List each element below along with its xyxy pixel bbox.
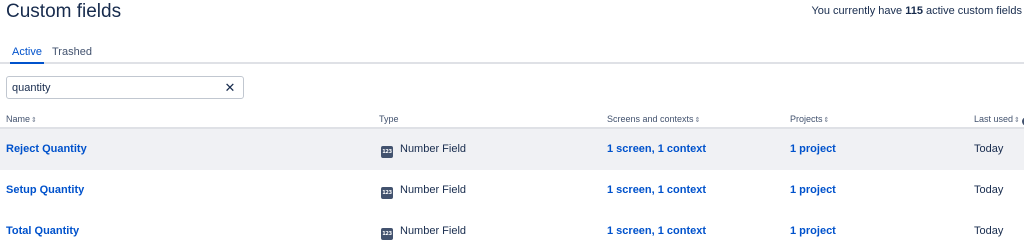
tab-active[interactable]: Active: [10, 45, 44, 64]
tabs-bar: Active Trashed: [0, 45, 1024, 64]
column-header-last-used[interactable]: Last used⇕?: [974, 114, 1024, 126]
column-name-label: Name: [6, 114, 31, 124]
column-header-screens[interactable]: Screens and contexts⇕: [607, 114, 700, 126]
projects-link[interactable]: 1 project: [790, 183, 836, 197]
column-header-type: Type: [379, 114, 399, 125]
screens-contexts-link[interactable]: 1 screen, 1 context: [607, 183, 706, 197]
last-used-value: Today: [974, 143, 1004, 155]
summary-count: 115: [905, 5, 923, 17]
number-field-icon: 123: [381, 146, 393, 158]
column-type-label: Type: [379, 114, 399, 124]
last-used-value: Today: [974, 184, 1004, 196]
screens-contexts-link[interactable]: 1 screen, 1 context: [607, 224, 706, 238]
field-type: 123 Number Field: [381, 142, 466, 158]
field-name-link[interactable]: Setup Quantity: [6, 183, 84, 197]
column-last-used-label: Last used: [974, 114, 1014, 124]
table-header: Name⇕ Type Screens and contexts⇕ Project…: [0, 111, 1024, 129]
table-row: Reject Quantity 123 Number Field 1 screen…: [0, 129, 1024, 170]
last-used-value: Today: [974, 225, 1004, 237]
tab-trashed[interactable]: Trashed: [52, 45, 92, 59]
column-screens-label: Screens and contexts: [607, 114, 694, 124]
sort-icon: ⇕: [823, 117, 830, 124]
projects-link[interactable]: 1 project: [790, 224, 836, 238]
number-field-icon: 123: [381, 228, 393, 240]
table-row: Setup Quantity 123 Number Field 1 screen,…: [0, 170, 1024, 211]
summary-suffix: active custom fields: [922, 5, 1022, 17]
screens-contexts-link[interactable]: 1 screen, 1 context: [607, 142, 706, 156]
sort-icon: ⇕: [694, 117, 701, 124]
table-row: Total Quantity 123 Number Field 1 screen,…: [0, 211, 1024, 251]
sort-icon: ⇕: [31, 117, 37, 124]
field-name-link[interactable]: Total Quantity: [6, 224, 79, 238]
field-type-label: Number Field: [400, 143, 467, 155]
field-type-label: Number Field: [400, 225, 467, 237]
summary-prefix: You currently have: [811, 5, 906, 17]
field-type: 123 Number Field: [381, 183, 466, 199]
page-title: Custom fields: [6, 1, 122, 22]
number-field-icon: 123: [381, 187, 393, 199]
search-box: ✕: [6, 76, 244, 99]
sort-icon: ⇕: [1014, 117, 1020, 124]
search-input[interactable]: [12, 80, 222, 96]
field-type: 123 Number Field: [381, 224, 466, 240]
projects-link[interactable]: 1 project: [790, 142, 836, 156]
column-projects-label: Projects: [790, 114, 823, 124]
active-fields-summary: You currently have 115 active custom fie…: [811, 4, 1022, 18]
column-header-name[interactable]: Name⇕: [6, 114, 37, 126]
custom-fields-table: Name⇕ Type Screens and contexts⇕ Project…: [0, 111, 1024, 251]
custom-fields-page: Custom fields You currently have 115 act…: [0, 0, 1024, 251]
clear-search-icon[interactable]: ✕: [223, 80, 237, 96]
column-header-projects[interactable]: Projects⇕: [790, 114, 829, 126]
field-name-link[interactable]: Reject Quantity: [6, 142, 87, 156]
field-type-label: Number Field: [400, 184, 467, 196]
